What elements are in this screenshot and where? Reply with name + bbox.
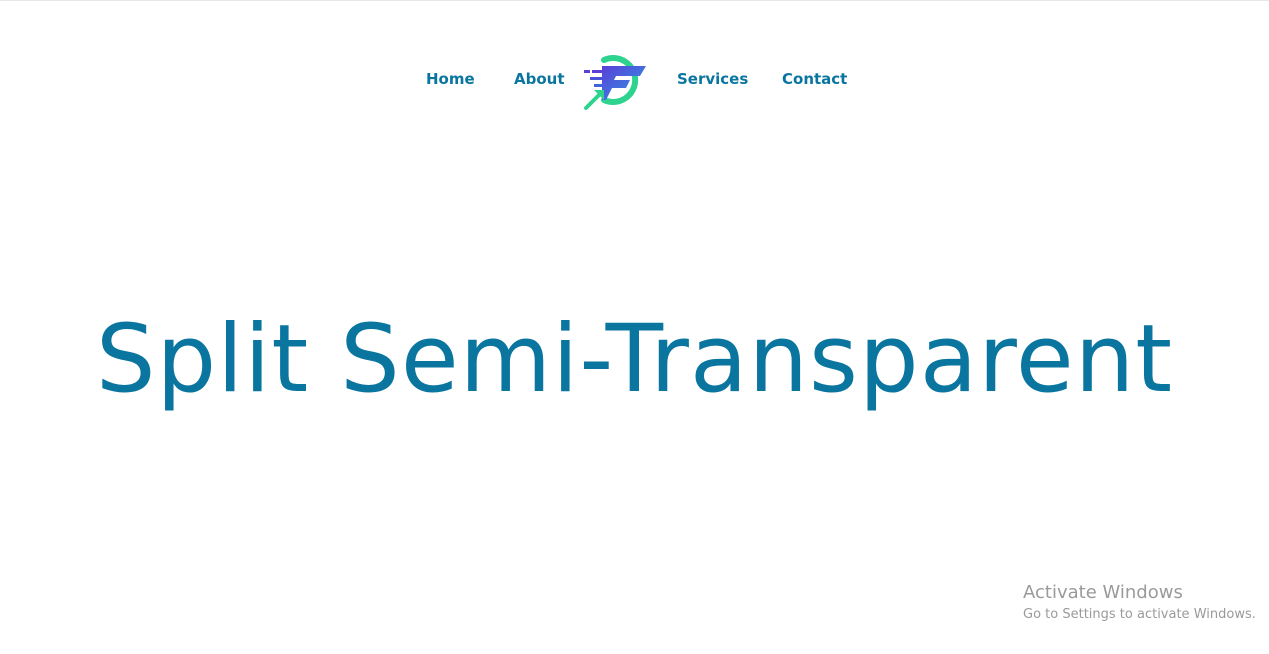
watermark-title: Activate Windows — [1023, 582, 1183, 603]
nav-link-services[interactable]: Services — [677, 70, 748, 88]
activate-windows-watermark: Activate Windows Go to Settings to activ… — [1023, 582, 1256, 624]
top-border — [0, 0, 1269, 1]
main-nav: Home About Services Contact — [0, 48, 1269, 112]
watermark-subtitle: Go to Settings to activate Windows. — [1023, 607, 1256, 622]
nav-link-home[interactable]: Home — [426, 70, 475, 88]
nav-link-about[interactable]: About — [514, 70, 565, 88]
nav-link-contact[interactable]: Contact — [782, 70, 847, 88]
brand-logo-icon[interactable] — [582, 48, 648, 112]
hero-title: Split Semi-Transparent — [95, 305, 1174, 414]
